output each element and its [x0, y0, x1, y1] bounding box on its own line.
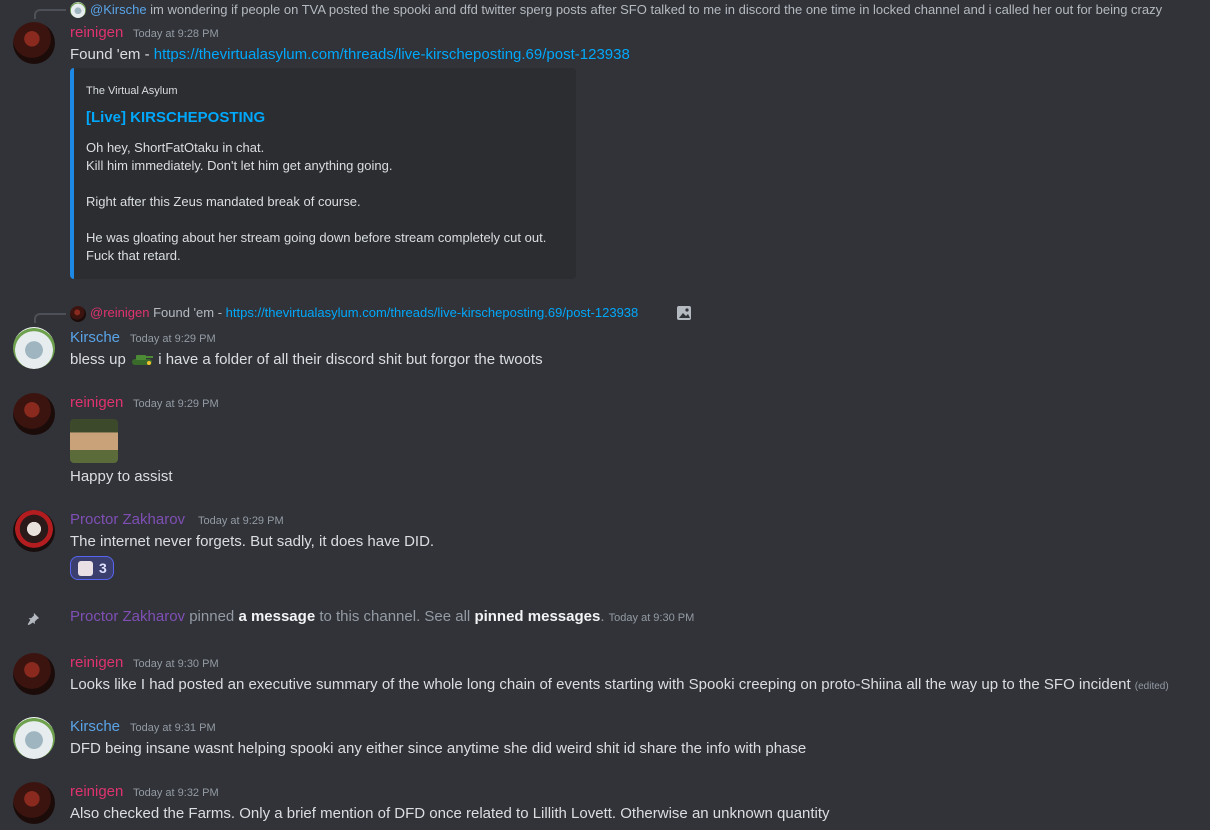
- link-embed: The Virtual Asylum [Live] KIRSCHEPOSTING…: [70, 68, 576, 279]
- author-name[interactable]: Proctor Zakharov: [70, 511, 185, 528]
- reply-mention[interactable]: @Kirsche: [90, 2, 147, 17]
- author-name[interactable]: reinigen: [70, 394, 123, 411]
- pinned-message-link[interactable]: a message: [238, 608, 315, 625]
- sticker-image[interactable]: [70, 419, 118, 463]
- timestamp[interactable]: Today at 9:31 PM: [130, 722, 216, 734]
- avatar[interactable]: [13, 510, 55, 552]
- timestamp[interactable]: Today at 9:28 PM: [133, 28, 219, 40]
- system-text: to this channel. See all: [315, 608, 475, 625]
- reply-preview[interactable]: @Kirsche im wondering if people on TVA p…: [90, 2, 1162, 17]
- system-author[interactable]: Proctor Zakharov: [70, 608, 185, 625]
- reply-mention[interactable]: @reinigen: [90, 305, 149, 320]
- avatar[interactable]: [13, 327, 55, 369]
- reaction-count: 3: [99, 560, 107, 576]
- embed-title[interactable]: [Live] KIRSCHEPOSTING: [86, 109, 265, 126]
- system-message: Proctor Zakharov pinned a message to thi…: [70, 608, 694, 625]
- reply-link[interactable]: https://thevirtualasylum.com/threads/liv…: [226, 305, 639, 320]
- message-text-before: bless up: [70, 351, 131, 368]
- reply-prefix: Found 'em -: [153, 305, 226, 320]
- avatar[interactable]: [13, 22, 55, 64]
- timestamp[interactable]: Today at 9:29 PM: [133, 398, 219, 410]
- avatar[interactable]: [13, 393, 55, 435]
- author-name[interactable]: Kirsche: [70, 718, 120, 735]
- message-text-after: i have a folder of all their discord shi…: [154, 351, 543, 368]
- system-text: pinned: [185, 608, 239, 625]
- author-name[interactable]: reinigen: [70, 783, 123, 800]
- message-link[interactable]: https://thevirtualasylum.com/threads/liv…: [154, 46, 630, 63]
- message-prefix: Found 'em -: [70, 46, 154, 63]
- timestamp[interactable]: Today at 9:30 PM: [133, 658, 219, 670]
- author-name[interactable]: reinigen: [70, 654, 123, 671]
- timestamp[interactable]: Today at 9:29 PM: [130, 333, 216, 345]
- pin-icon: [27, 612, 40, 626]
- system-text: .: [600, 608, 605, 625]
- tank-emoji[interactable]: [130, 351, 154, 367]
- avatar[interactable]: [13, 782, 55, 824]
- message-content: Found 'em - https://thevirtualasylum.com…: [70, 46, 630, 63]
- timestamp[interactable]: Today at 9:32 PM: [133, 787, 219, 799]
- message-content: Also checked the Farms. Only a brief men…: [70, 805, 830, 822]
- reply-connector: [34, 9, 66, 19]
- reaction-button[interactable]: 3: [70, 556, 114, 580]
- edited-label: (edited): [1134, 681, 1169, 692]
- pinned-messages-link[interactable]: pinned messages: [474, 608, 600, 625]
- message-text: Looks like I had posted an executive sum…: [70, 676, 1131, 693]
- author-name[interactable]: reinigen: [70, 24, 123, 41]
- embed-provider[interactable]: The Virtual Asylum: [86, 85, 178, 97]
- message-content: DFD being insane wasnt helping spooki an…: [70, 740, 807, 757]
- avatar[interactable]: [13, 717, 55, 759]
- reply-avatar: [70, 306, 86, 322]
- reply-connector: [34, 313, 66, 323]
- reply-text: im wondering if people on TVA posted the…: [150, 2, 1163, 17]
- timestamp[interactable]: Today at 9:29 PM: [198, 515, 284, 527]
- message-content: The internet never forgets. But sadly, i…: [70, 533, 435, 550]
- timestamp[interactable]: Today at 9:30 PM: [609, 612, 695, 624]
- message-content: Happy to assist: [70, 468, 173, 485]
- image-icon: [677, 306, 691, 320]
- reply-preview[interactable]: @reinigen Found 'em - https://thevirtual…: [90, 305, 638, 320]
- message-content: bless up i have a folder of all their di…: [70, 351, 543, 368]
- reaction-emoji-icon: [78, 561, 93, 576]
- embed-description: Oh hey, ShortFatOtaku in chat. Kill him …: [86, 140, 547, 263]
- avatar[interactable]: [13, 653, 55, 695]
- message-content: Looks like I had posted an executive sum…: [70, 676, 1169, 693]
- reply-avatar: [70, 2, 86, 18]
- author-name[interactable]: Kirsche: [70, 329, 120, 346]
